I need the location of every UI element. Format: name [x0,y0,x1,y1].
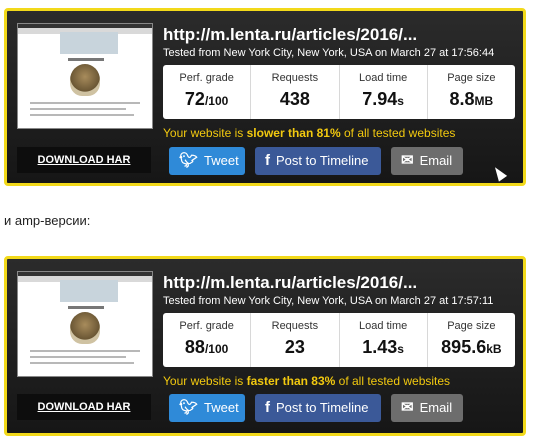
page-size-value: 895.6 [441,337,487,357]
perf-grade-label: Perf. grade [179,320,234,332]
twitter-icon: 🐦︎ [179,152,199,169]
requests: Requests 438 [250,65,338,119]
requests: Requests 23 [250,313,338,367]
tweet-button[interactable]: 🐦︎ Tweet [169,394,245,422]
requests-value: 23 [284,337,305,357]
load-time-label: Load time [358,320,408,332]
perf-grade: Perf. grade 88/100 [163,313,250,367]
facebook-icon: f [265,152,270,169]
page-size-unit: kB [486,342,502,356]
comparison-text: Your website is slower than 81% of all t… [163,126,456,140]
comparison-text: Your website is faster than 83% of all t… [163,374,451,388]
test-info: Tested from New York City, New York, USA… [163,47,495,59]
post-to-timeline-button[interactable]: f Post to Timeline [255,147,381,175]
tested-url[interactable]: http://m.lenta.ru/articles/2016/... [163,273,417,293]
load-time-label: Load time [358,72,408,84]
caption-text: и amp-версии: [4,213,91,228]
email-button[interactable]: ✉ Email [391,147,463,175]
load-time: Load time 7.94s [338,65,427,119]
download-har-link[interactable]: DOWNLOAD HAR [17,394,151,420]
result-card-2: DOWNLOAD HAR http://m.lenta.ru/articles/… [4,256,526,436]
perf-grade-value: 88 [184,337,205,357]
tested-url[interactable]: http://m.lenta.ru/articles/2016/... [163,25,417,45]
perf-grade: Perf. grade 72/100 [163,65,250,119]
stats-panel: Perf. grade 72/100 Requests 438 Load tim… [163,65,515,119]
comparison-highlight: faster than 83% [246,374,336,388]
page-size-unit: MB [474,94,494,108]
test-info: Tested from New York City, New York, USA… [163,295,494,307]
facebook-icon: f [265,399,270,416]
load-time-value: 1.43 [362,337,398,357]
page-screenshot-thumbnail [17,271,153,377]
tweet-button[interactable]: 🐦︎ Tweet [169,147,245,175]
envelope-icon: ✉ [401,152,414,169]
comparison-highlight: slower than 81% [246,126,341,140]
perf-grade-unit: /100 [204,342,229,356]
requests-value: 438 [279,89,310,109]
post-to-timeline-button[interactable]: f Post to Timeline [255,394,381,422]
envelope-icon: ✉ [401,399,414,416]
stats-panel: Perf. grade 88/100 Requests 23 Load time… [163,313,515,367]
page-size-label: Page size [447,320,496,332]
page-size: Page size 895.6kB [426,313,515,367]
perf-grade-value: 72 [184,89,205,109]
page-size-value: 8.8 [449,89,475,109]
load-time-unit: s [397,342,404,356]
perf-grade-label: Perf. grade [179,72,234,84]
download-har-link[interactable]: DOWNLOAD HAR [17,147,151,173]
result-card-1: DOWNLOAD HAR http://m.lenta.ru/articles/… [4,8,526,186]
load-time-unit: s [397,94,404,108]
requests-label: Requests [271,320,319,332]
perf-grade-unit: /100 [204,94,229,108]
page-screenshot-thumbnail [17,23,153,129]
page-size: Page size 8.8MB [426,65,515,119]
page-size-label: Page size [447,72,496,84]
requests-label: Requests [271,72,319,84]
load-time-value: 7.94 [362,89,398,109]
twitter-icon: 🐦︎ [179,399,199,416]
load-time: Load time 1.43s [338,313,427,367]
email-button[interactable]: ✉ Email [391,394,463,422]
